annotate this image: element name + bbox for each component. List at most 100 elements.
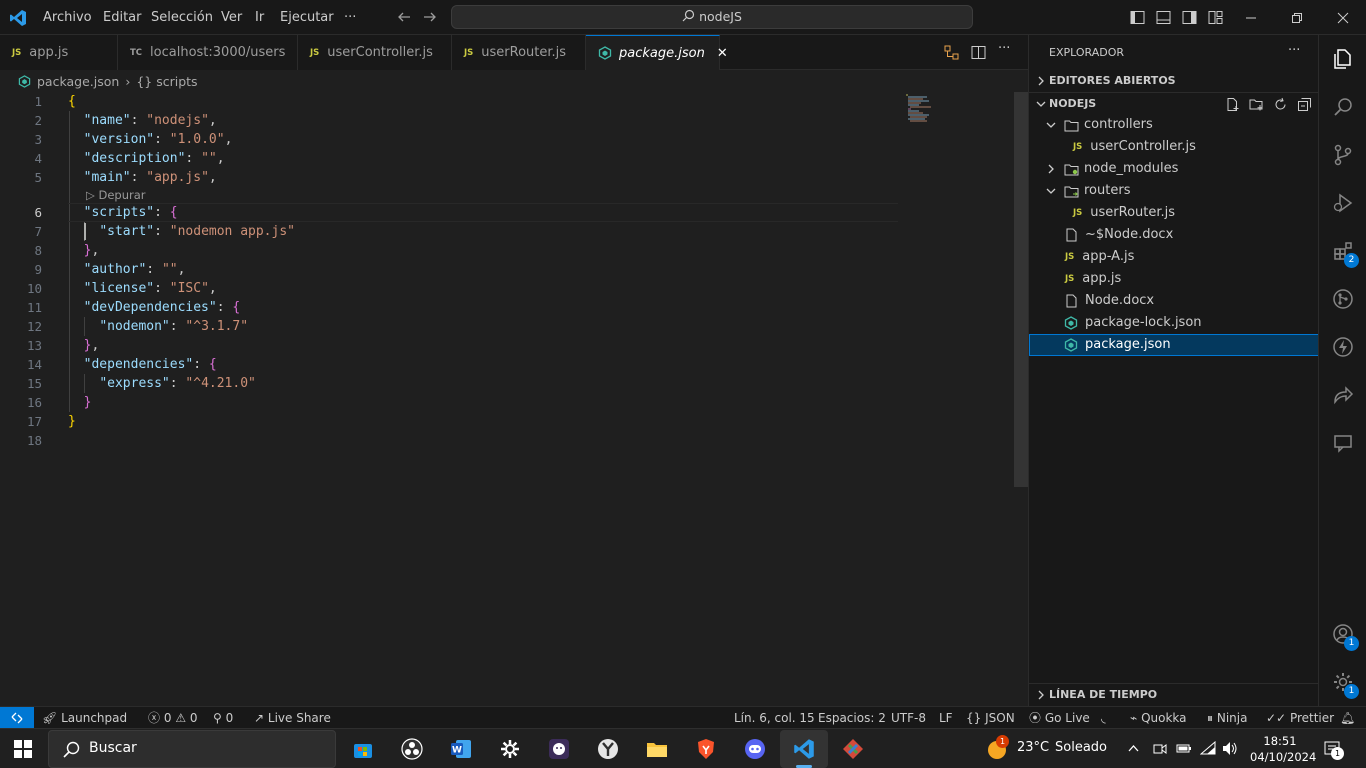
tab-app-js[interactable]: JS app.js xyxy=(0,35,118,70)
launchpad-item[interactable]: 🚀︎ Launchpad xyxy=(42,707,127,729)
command-center-search[interactable]: nodeJS xyxy=(451,5,973,29)
tree-file-app[interactable]: JS app.js xyxy=(1029,268,1319,290)
menu-ir[interactable]: Ir xyxy=(255,0,264,35)
wifi-icon[interactable] xyxy=(1199,740,1216,760)
tab-package-json[interactable]: package.json ✕ xyxy=(586,35,728,70)
quokka-item[interactable]: ⌁ Quokka xyxy=(1130,707,1187,729)
timeline-section[interactable]: LÍNEA DE TIEMPO xyxy=(1029,684,1319,706)
tab-user-controller[interactable]: JS userController.js xyxy=(298,35,452,70)
weather-sun-icon[interactable]: 1 xyxy=(986,735,1009,764)
notifications-bell-icon[interactable]: 🔔︎ xyxy=(1340,707,1355,729)
back-arrow-icon[interactable] xyxy=(397,10,411,28)
tree-file-usercontroller[interactable]: JS userController.js xyxy=(1029,136,1319,158)
volume-icon[interactable] xyxy=(1222,741,1239,760)
notification-center-icon[interactable]: 1 xyxy=(1323,739,1344,763)
tree-file-node-docx[interactable]: Node.docx xyxy=(1029,290,1319,312)
editor-scrollbar[interactable] xyxy=(1014,92,1028,487)
menu-archivo[interactable]: Archivo xyxy=(43,0,92,35)
menu-seleccion[interactable]: Selección xyxy=(151,0,213,35)
menu-editar[interactable]: Editar xyxy=(103,0,142,35)
restore-icon[interactable] xyxy=(1274,0,1320,35)
cursor-position[interactable]: Lín. 6, col. 15 xyxy=(734,707,815,729)
file-explorer-icon[interactable] xyxy=(637,731,677,767)
colon: : xyxy=(146,262,162,277)
tree-folder-controllers[interactable]: controllers xyxy=(1029,114,1319,136)
codelens-debug[interactable]: ▷ Depurar xyxy=(86,187,146,203)
extensions-icon[interactable]: 2 xyxy=(1319,227,1366,275)
github-desktop-icon[interactable] xyxy=(539,731,579,767)
weather-condition[interactable]: Soleado xyxy=(1055,740,1107,755)
end-of-line[interactable]: LF xyxy=(939,707,953,729)
meet-now-icon[interactable] xyxy=(1152,741,1167,760)
git-graph-icon[interactable] xyxy=(1319,275,1366,323)
chevron-up-icon[interactable] xyxy=(1127,742,1140,759)
menu-ejecutar[interactable]: Ejecutar xyxy=(280,0,334,35)
thunder-client-icon[interactable] xyxy=(1319,323,1366,371)
brave-browser-icon[interactable] xyxy=(686,731,726,767)
editor-more-actions[interactable]: ··· xyxy=(998,41,1010,56)
windows-start-icon[interactable] xyxy=(14,740,32,762)
git-gui-icon[interactable] xyxy=(833,731,873,767)
menu-more[interactable]: ··· xyxy=(344,0,356,35)
live-share-item[interactable]: ↗ Live Share xyxy=(254,707,331,729)
menu-ver[interactable]: Ver xyxy=(221,0,242,35)
explorer-files-icon[interactable] xyxy=(1319,35,1366,83)
json-key: "start" xyxy=(99,224,155,239)
forward-arrow-icon[interactable] xyxy=(423,10,437,28)
explorer-more-actions[interactable]: ··· xyxy=(1288,43,1300,58)
toggle-secondary-sidebar-icon[interactable] xyxy=(1182,10,1197,29)
taskbar-search-label: Buscar xyxy=(89,740,137,756)
settings-app-icon[interactable] xyxy=(490,731,530,767)
split-editor-icon[interactable] xyxy=(971,45,986,64)
tree-folder-routers[interactable]: routers xyxy=(1029,180,1319,202)
minimize-icon[interactable] xyxy=(1228,0,1274,35)
taskbar-clock[interactable]: 18:51 04/10/2024 xyxy=(1250,733,1316,765)
tree-file-app-a[interactable]: JS app-A.js xyxy=(1029,246,1319,268)
indentation[interactable]: Espacios: 2 xyxy=(818,707,886,729)
chat-icon[interactable] xyxy=(1319,419,1366,467)
close-tab-icon[interactable]: ✕ xyxy=(717,46,728,61)
open-changes-icon[interactable] xyxy=(944,45,959,64)
source-control-icon[interactable] xyxy=(1319,131,1366,179)
customize-layout-icon[interactable] xyxy=(1208,10,1223,29)
encoding[interactable]: UTF-8 xyxy=(891,707,926,729)
minimap[interactable] xyxy=(905,94,935,124)
language-mode[interactable]: {} JSON xyxy=(966,707,1015,729)
tree-folder-node-modules[interactable]: node_modules xyxy=(1029,158,1319,180)
discord-icon[interactable] xyxy=(735,731,775,767)
tree-file-package-lock[interactable]: package-lock.json xyxy=(1029,312,1319,334)
search-icon[interactable] xyxy=(1319,83,1366,131)
run-debug-icon[interactable] xyxy=(1319,179,1366,227)
code-editor[interactable]: 1 2 3 4 5 6 7 8 9 10 11 12 13 14 15 16 1… xyxy=(0,92,1028,706)
live-share-icon[interactable] xyxy=(1319,371,1366,419)
account-icon[interactable]: 1 xyxy=(1319,610,1366,658)
remote-indicator-icon[interactable] xyxy=(0,707,34,729)
obs-icon[interactable] xyxy=(392,731,432,767)
tree-file-userrouter[interactable]: JS userRouter.js xyxy=(1029,202,1319,224)
problems-item[interactable]: ⓧ 0 ⚠ 0 xyxy=(148,707,198,729)
app-y-icon[interactable] xyxy=(588,731,628,767)
close-icon[interactable] xyxy=(1320,0,1366,35)
tab-user-router[interactable]: JS userRouter.js xyxy=(452,35,586,70)
ports-item[interactable]: ⚲ 0 xyxy=(213,707,233,729)
file-icon xyxy=(1065,294,1078,308)
loading-icon: ◟ xyxy=(1101,711,1106,725)
tree-file-temp-node-docx[interactable]: ~$Node.docx xyxy=(1029,224,1319,246)
battery-icon[interactable] xyxy=(1176,741,1192,760)
vscode-taskbar-active[interactable] xyxy=(780,730,828,768)
weather-temperature[interactable]: 23°C xyxy=(1017,740,1049,755)
go-live-item[interactable]: ⦿ Go Live xyxy=(1029,707,1090,729)
settings-gear-icon[interactable]: 1 xyxy=(1319,658,1366,706)
toggle-panel-icon[interactable] xyxy=(1156,10,1171,29)
microsoft-store-icon[interactable] xyxy=(343,731,383,767)
ninja-item[interactable]: ⏸︎ Ninja xyxy=(1207,707,1247,729)
prettier-item[interactable]: ✓✓ Prettier xyxy=(1266,707,1334,729)
tab-localhost-users[interactable]: TC localhost:3000/users xyxy=(118,35,298,70)
open-editors-section[interactable]: EDITORES ABIERTOS xyxy=(1029,70,1319,92)
toggle-primary-sidebar-icon[interactable] xyxy=(1130,10,1145,29)
word-icon[interactable]: W xyxy=(441,731,481,767)
breadcrumb-symbol[interactable]: {} scripts xyxy=(136,74,197,89)
tree-file-package-json[interactable]: package.json xyxy=(1029,334,1319,356)
taskbar-search-box[interactable]: Buscar xyxy=(48,730,336,768)
breadcrumb-file[interactable]: package.json xyxy=(37,74,119,89)
